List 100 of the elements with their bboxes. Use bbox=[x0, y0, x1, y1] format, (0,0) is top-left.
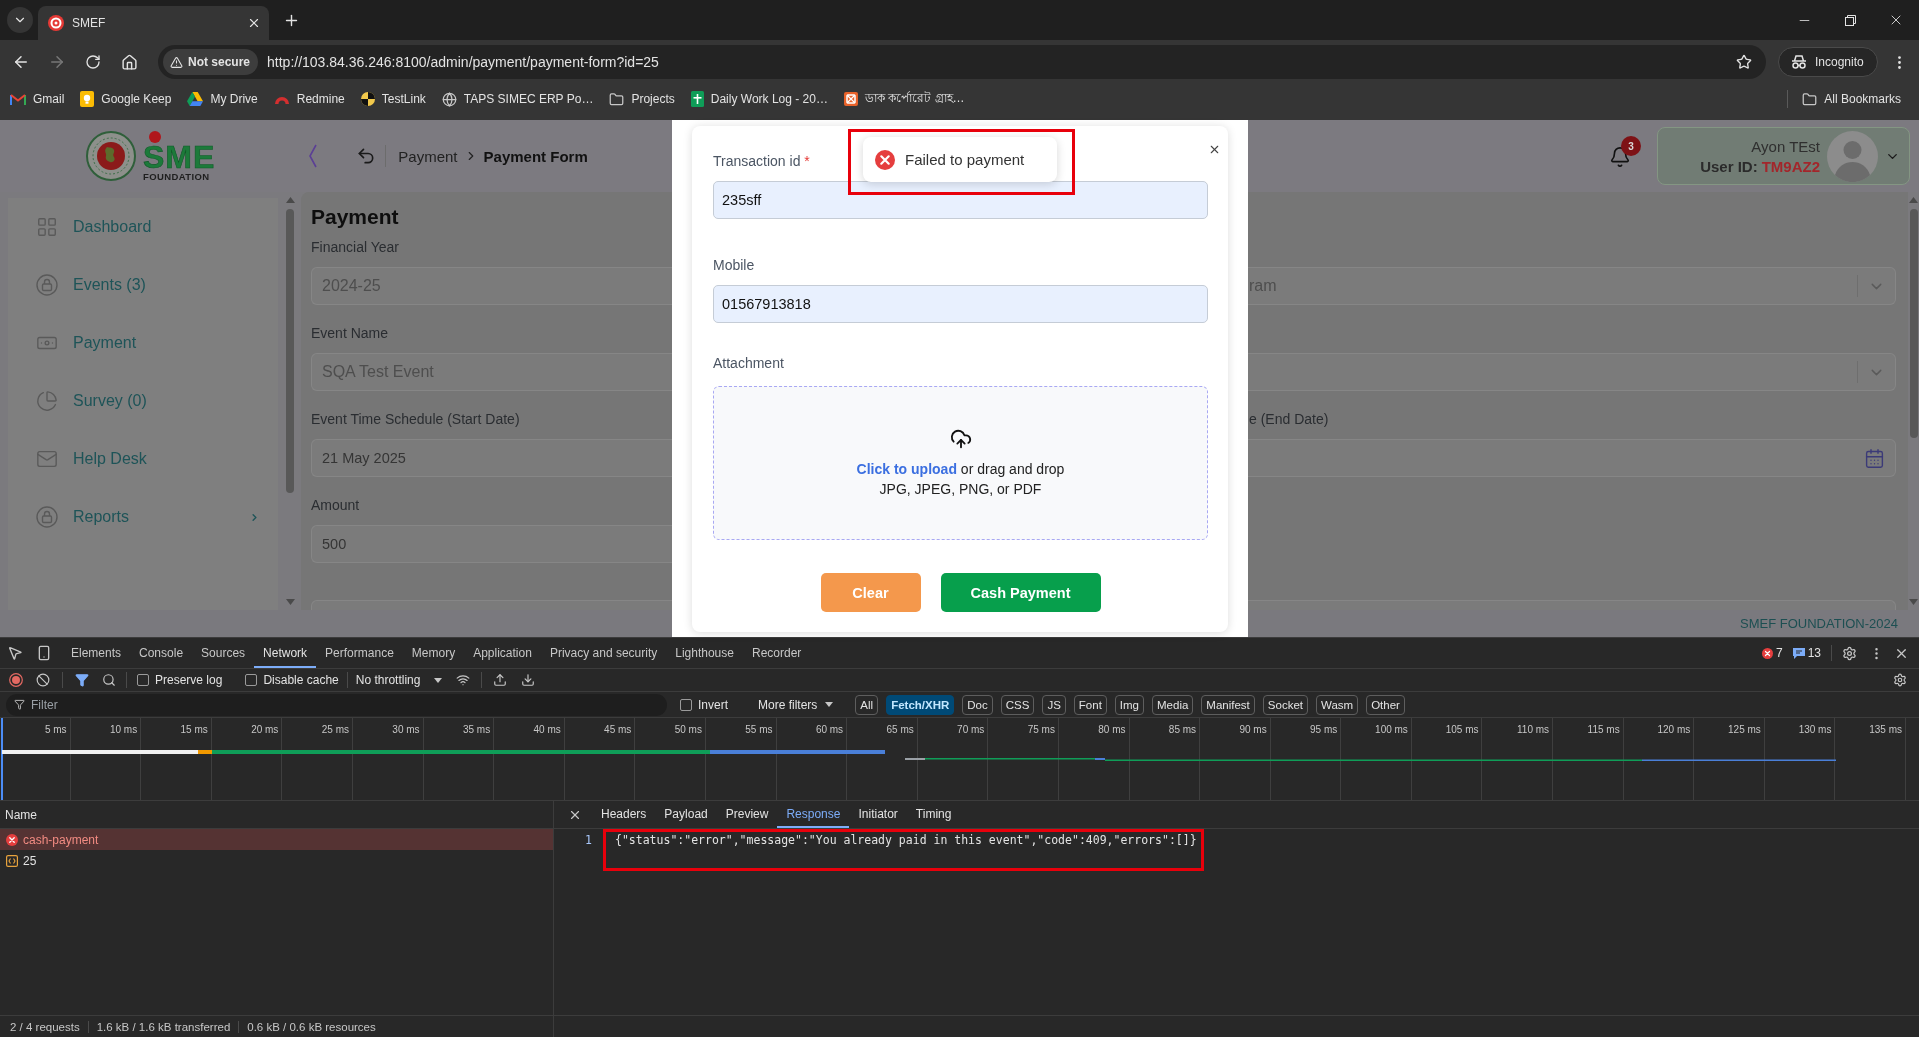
detail-tab[interactable]: Payload bbox=[655, 801, 717, 828]
breadcrumb-link[interactable]: Payment bbox=[398, 147, 458, 165]
filter-chip[interactable]: JS bbox=[1042, 694, 1066, 715]
detail-tab[interactable]: Timing bbox=[906, 801, 961, 828]
filter-chip[interactable]: Manifest bbox=[1201, 694, 1255, 715]
filter-chip[interactable]: Img bbox=[1114, 694, 1144, 715]
tab-search-button[interactable] bbox=[7, 7, 33, 33]
restore-icon[interactable] bbox=[1844, 14, 1856, 26]
devtools-tab[interactable]: Performance bbox=[316, 638, 403, 668]
tick-label: 105 ms bbox=[1445, 724, 1479, 736]
filter-field[interactable]: Filter bbox=[6, 693, 667, 716]
message-counter[interactable]: 13 bbox=[1792, 638, 1821, 668]
bookmark-link[interactable]: My Drive bbox=[179, 86, 266, 112]
filter-chip[interactable]: Doc bbox=[962, 694, 993, 715]
upload-link[interactable]: Click to upload bbox=[856, 460, 957, 477]
logo-caption: FOUNDATION bbox=[143, 170, 210, 182]
address-bar[interactable]: Not secure http://103.84.36.246:8100/admin/payment/payment-form?id=25 bbox=[158, 45, 1766, 79]
bookmark-link[interactable]: Daily Work Log - 20… bbox=[682, 86, 836, 112]
user-name: Ayon TEst bbox=[1751, 137, 1820, 155]
error-counter[interactable]: 7 bbox=[1761, 638, 1783, 668]
devtools-tab[interactable]: Elements bbox=[62, 638, 131, 668]
devtools-tab[interactable]: Console bbox=[130, 638, 193, 668]
detail-tab[interactable]: Headers bbox=[592, 801, 656, 828]
close-icon[interactable] bbox=[1208, 143, 1221, 156]
wifi-icon[interactable] bbox=[456, 673, 471, 687]
bookmark-link[interactable]: All Bookmarks bbox=[1794, 86, 1909, 112]
checkbox-option[interactable]: Disable cache bbox=[245, 673, 339, 687]
home-icon[interactable] bbox=[120, 53, 138, 71]
download-icon[interactable] bbox=[521, 673, 536, 687]
request-row[interactable]: 25 bbox=[0, 850, 553, 871]
tick-label: 40 ms bbox=[533, 724, 561, 736]
record-icon[interactable] bbox=[9, 673, 23, 687]
checkbox[interactable] bbox=[680, 698, 692, 711]
throttling-dropdown[interactable]: No throttling bbox=[355, 673, 443, 687]
upload-dropzone[interactable]: Click to upload or drag and drop JPG, JPEG, PNG, or PDF bbox=[713, 386, 1208, 540]
bookmark-link[interactable]: Gmail bbox=[2, 86, 73, 112]
filter-chip[interactable]: All bbox=[855, 694, 879, 715]
device-icon[interactable] bbox=[36, 645, 52, 661]
column-header: Name bbox=[5, 807, 37, 822]
scrollbar-thumb[interactable] bbox=[1909, 209, 1918, 438]
tick-label: 25 ms bbox=[321, 724, 349, 736]
devtools-tab[interactable]: Recorder bbox=[742, 638, 811, 668]
scrollbar-thumb[interactable] bbox=[286, 209, 294, 493]
filter-chip[interactable]: Wasm bbox=[1316, 694, 1359, 715]
input-field[interactable] bbox=[311, 600, 672, 610]
url-text: http://103.84.36.246:8100/admin/payment/payment-form?id=25 bbox=[267, 54, 659, 70]
clear-icon[interactable] bbox=[36, 673, 50, 687]
request-row[interactable]: cash-payment bbox=[0, 829, 553, 850]
security-chip[interactable]: Not secure bbox=[163, 49, 259, 75]
devtools-tab[interactable]: Lighthouse bbox=[666, 638, 743, 668]
detail-tab[interactable]: Preview bbox=[716, 801, 778, 828]
pie-chart-icon bbox=[36, 390, 58, 412]
detail-tab[interactable]: Initiator bbox=[849, 801, 907, 828]
input-field[interactable] bbox=[1248, 600, 1896, 610]
devtools-tab[interactable]: Application bbox=[464, 638, 541, 668]
tick-label: 60 ms bbox=[815, 724, 844, 736]
reload-icon[interactable] bbox=[85, 54, 101, 70]
disc-icon bbox=[360, 92, 375, 106]
checkbox-option[interactable]: Invert bbox=[680, 697, 728, 712]
plus-icon[interactable] bbox=[283, 12, 300, 29]
upload-icon[interactable] bbox=[493, 673, 508, 687]
filter-chip[interactable]: Other bbox=[1366, 694, 1405, 715]
inspect-icon[interactable] bbox=[7, 645, 23, 661]
bookmark-link[interactable]: Google Keep bbox=[72, 86, 180, 112]
page-title: Payment bbox=[311, 204, 399, 230]
filter-chip[interactable]: Font bbox=[1073, 694, 1107, 715]
input-field[interactable]: 235sff bbox=[713, 181, 1208, 219]
star-icon[interactable] bbox=[1736, 54, 1752, 70]
bookmark-link[interactable]: ডাক কর্পোরেট গ্রাহ… bbox=[835, 86, 973, 112]
bookmark-link[interactable]: Redmine bbox=[265, 86, 353, 112]
filter-icon[interactable] bbox=[75, 673, 89, 687]
detail-tab[interactable]: Response bbox=[777, 801, 850, 828]
filter-chip[interactable]: Media bbox=[1152, 694, 1194, 715]
status-text: 2 / 4 requests bbox=[9, 1020, 81, 1033]
settings-icon[interactable] bbox=[1893, 673, 1907, 687]
more-filters-dropdown[interactable]: More filters bbox=[758, 697, 834, 712]
devtools-tab[interactable]: Sources bbox=[192, 638, 255, 668]
date-field[interactable] bbox=[1248, 439, 1896, 477]
filter-chip[interactable]: Socket bbox=[1262, 694, 1308, 715]
bookmark-link[interactable]: Projects bbox=[601, 86, 683, 112]
close-icon[interactable] bbox=[247, 16, 261, 30]
devtools-tab[interactable]: Memory bbox=[402, 638, 465, 668]
file-types-hint: JPG, JPEG, PNG, or PDF bbox=[879, 479, 1042, 499]
devtools-tab[interactable]: Privacy and security bbox=[540, 638, 667, 668]
checkbox[interactable] bbox=[245, 674, 258, 686]
filter-chip[interactable]: CSS bbox=[1000, 694, 1035, 715]
field-label: Transaction id * bbox=[713, 152, 810, 171]
input-field[interactable]: 01567913818 bbox=[713, 285, 1208, 323]
devtools-tab[interactable]: Network bbox=[254, 638, 317, 668]
bookmark-link[interactable]: TAPS SIMEC ERP Po… bbox=[433, 86, 602, 112]
checkbox-option[interactable]: Preserve log bbox=[137, 673, 223, 687]
select-field[interactable] bbox=[1248, 353, 1896, 391]
browser-tab[interactable]: SMEF bbox=[38, 6, 269, 40]
filter-chip[interactable]: Fetch/XHR bbox=[886, 694, 955, 715]
bookmark-link[interactable]: TestLink bbox=[352, 86, 434, 112]
profile-chip[interactable]: Incognito bbox=[1778, 47, 1878, 77]
search-icon[interactable] bbox=[102, 673, 116, 687]
field-label: Event Time Schedule (Start Date) bbox=[311, 410, 520, 429]
settings-icon[interactable] bbox=[1842, 645, 1857, 661]
checkbox[interactable] bbox=[137, 674, 149, 686]
